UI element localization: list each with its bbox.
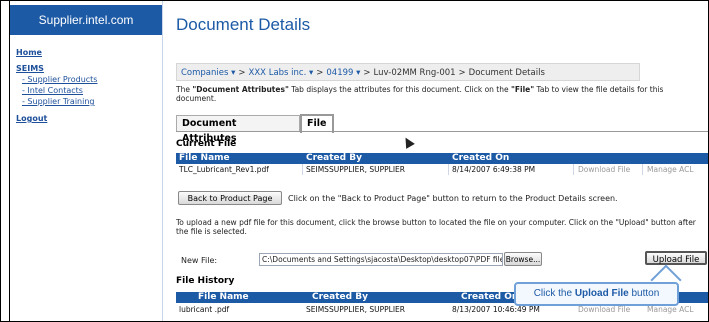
intro-bold-attributes: "Document Attributes" xyxy=(192,85,289,94)
nav-logout-link[interactable]: Logout xyxy=(16,114,97,123)
tab-document-attributes[interactable]: Document Attributes xyxy=(176,115,300,144)
breadcrumb-separator: > xyxy=(363,68,371,78)
app-window: Supplier.intel.com Home SEIMS - Supplier… xyxy=(0,0,709,322)
breadcrumb-number[interactable]: 04199 ▾ xyxy=(326,68,360,78)
table-row: TLC_Lubricant_Rev1.pdf SEIMSSUPPLIER, SU… xyxy=(176,164,708,175)
callout-prefix: Click the xyxy=(533,288,575,299)
main-content: Document Details Companies ▾ > XXX Labs in… xyxy=(171,1,708,321)
callout-bold: Upload File xyxy=(574,288,629,299)
nav-home-link[interactable]: Home xyxy=(16,48,97,57)
history-cell-created-by: SEIMSSUPPLIER, SUPPLIER xyxy=(306,305,405,314)
cell-created-on: 8/14/2007 6:49:38 PM xyxy=(452,165,536,174)
column-divider xyxy=(302,164,303,175)
breadcrumb-companies[interactable]: Companies ▾ xyxy=(181,68,235,78)
intro-mid: Tab displays the attributes for this doc… xyxy=(288,85,511,94)
manage-acl-link[interactable]: Manage ACL xyxy=(647,164,694,175)
nav-intel-contacts-link[interactable]: - Intel Contacts xyxy=(22,85,97,96)
back-instructions: Click on the "Back to Product Page" butt… xyxy=(288,194,618,203)
brand-banner: Supplier.intel.com xyxy=(10,5,162,35)
breadcrumb-company[interactable]: XXX Labs inc. ▾ xyxy=(249,68,314,78)
tutorial-callout: Click the Upload File button xyxy=(514,282,679,306)
sidebar: Supplier.intel.com Home SEIMS - Supplier… xyxy=(10,1,163,321)
callout-suffix: button xyxy=(628,288,660,299)
nav-supplier-training-link[interactable]: - Supplier Training xyxy=(22,96,97,107)
page-title: Document Details xyxy=(176,15,311,34)
new-file-input[interactable]: C:\Documents and Settings\sjacosta\Deskt… xyxy=(259,253,503,266)
tab-underline xyxy=(176,131,708,132)
breadcrumb-current: Document Details xyxy=(468,68,545,78)
history-header-created-by: Created By xyxy=(312,292,368,302)
cell-file-name: TLC_Lubricant_Rev1.pdf xyxy=(179,165,269,174)
back-to-product-button[interactable]: Back to Product Page xyxy=(178,191,282,205)
new-file-label: New File: xyxy=(181,256,218,265)
intro-bold-file: "File" xyxy=(511,85,535,94)
current-file-header: File Name Created By Created On xyxy=(176,153,708,164)
column-divider xyxy=(642,164,643,175)
file-history-title: File History xyxy=(176,276,235,286)
download-file-link[interactable]: Download File xyxy=(578,164,630,175)
header-created-by: Created By xyxy=(306,153,362,163)
sidebar-nav: Home SEIMS - Supplier Products - Intel C… xyxy=(16,48,97,123)
breadcrumb-separator: > xyxy=(316,68,324,78)
cell-created-by: SEIMSSUPPLIER, SUPPLIER xyxy=(306,165,405,174)
header-file-name: File Name xyxy=(179,153,230,163)
breadcrumb-product: Luv-02MM Rng-001 xyxy=(373,68,456,78)
header-created-on: Created On xyxy=(452,153,510,163)
upload-file-button[interactable]: Upload File xyxy=(645,251,707,265)
history-cell-file-name: lubricant .pdf xyxy=(179,305,230,314)
browse-button[interactable]: Browse... xyxy=(504,252,542,266)
upload-instructions: To upload a new pdf file for this docume… xyxy=(176,218,696,236)
current-file-title: Current File xyxy=(176,139,237,149)
intro-text: The "Document Attributes" Tab displays t… xyxy=(176,85,706,103)
history-header-created-on: Created On xyxy=(461,292,519,302)
breadcrumb-separator: > xyxy=(458,68,466,78)
column-divider xyxy=(573,164,574,175)
breadcrumb-separator: > xyxy=(238,68,246,78)
nav-seims-link[interactable]: SEIMS xyxy=(16,64,97,73)
history-header-file-name: File Name xyxy=(198,292,249,302)
nav-supplier-products-link[interactable]: - Supplier Products xyxy=(22,74,97,85)
intro-prefix: The xyxy=(176,85,193,94)
breadcrumb: Companies ▾ > XXX Labs inc. ▾ >04199 ▾ > Luv-… xyxy=(176,63,640,81)
column-divider xyxy=(448,164,449,175)
